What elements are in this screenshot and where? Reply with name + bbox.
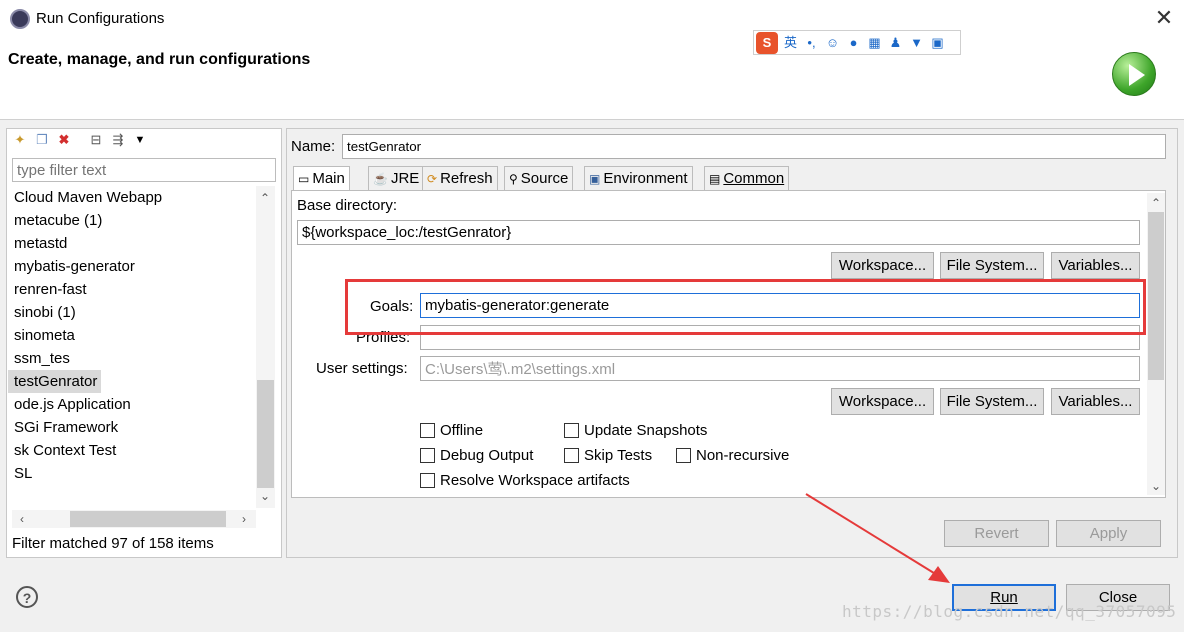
resolve-workspace-checkbox[interactable] bbox=[420, 473, 435, 488]
list-hscroll-thumb[interactable] bbox=[70, 511, 226, 527]
non-recursive-checkbox[interactable] bbox=[676, 448, 691, 463]
list-item[interactable]: ode.js Application bbox=[8, 393, 256, 416]
header-title: Create, manage, and run configurations bbox=[8, 51, 311, 68]
list-item[interactable]: metacube (1) bbox=[8, 209, 256, 232]
dropdown-icon[interactable]: ▼ bbox=[132, 132, 148, 148]
keyboard-icon[interactable]: ▦ bbox=[866, 34, 883, 51]
duplicate-icon[interactable]: ❐ bbox=[34, 132, 50, 148]
tab-main[interactable]: ▭ Main bbox=[293, 166, 350, 191]
user-settings-label: User settings: bbox=[316, 360, 408, 377]
window-title: Run Configurations bbox=[36, 10, 165, 27]
new-config-icon[interactable]: ✦ bbox=[12, 132, 28, 148]
punctuation-icon[interactable]: •, bbox=[803, 34, 820, 51]
base-filesystem-button[interactable]: File System... bbox=[940, 252, 1044, 279]
list-item[interactable]: ssm_tes bbox=[8, 347, 256, 370]
source-icon: ⚲ bbox=[509, 172, 518, 186]
skip-tests-label: Skip Tests bbox=[584, 447, 653, 464]
annotation-arrow bbox=[805, 493, 950, 583]
name-input[interactable] bbox=[342, 134, 1166, 159]
collapse-all-icon[interactable]: ⊟ bbox=[88, 132, 104, 148]
filter-status: Filter matched 97 of 158 items bbox=[12, 535, 214, 552]
jre-icon: ☕ bbox=[373, 172, 388, 186]
name-label: Name: bbox=[291, 138, 336, 155]
base-variables-button[interactable]: Variables... bbox=[1051, 252, 1140, 279]
sogou-icon[interactable]: S bbox=[756, 31, 778, 54]
tab-jre[interactable]: ☕ JRE bbox=[368, 166, 425, 190]
base-dir-input[interactable] bbox=[297, 220, 1140, 245]
debug-output-label: Debug Output bbox=[440, 447, 534, 464]
list-item[interactable]: sinometa bbox=[8, 324, 256, 347]
delete-icon[interactable]: ✖ bbox=[56, 132, 72, 148]
title-bar bbox=[0, 0, 1184, 38]
settings-workspace-button[interactable]: Workspace... bbox=[831, 388, 934, 415]
filter-input[interactable] bbox=[12, 158, 276, 182]
settings-filesystem-button[interactable]: File System... bbox=[940, 388, 1044, 415]
user-settings-input[interactable] bbox=[420, 356, 1140, 381]
list-item[interactable]: sk Context Test bbox=[8, 439, 256, 462]
panel-scroll-up-icon[interactable]: ⌃ bbox=[1148, 195, 1164, 211]
scroll-left-icon[interactable]: ‹ bbox=[14, 511, 30, 527]
ime-lang-label[interactable]: 英 bbox=[782, 34, 799, 51]
config-list[interactable]: Cloud Maven Webapp metacube (1) metastd … bbox=[8, 186, 256, 508]
tab-common[interactable]: ▤ Common bbox=[704, 166, 790, 190]
update-snapshots-checkbox[interactable] bbox=[564, 423, 579, 438]
list-item[interactable]: mybatis-generator bbox=[8, 255, 256, 278]
debug-output-checkbox[interactable] bbox=[420, 448, 435, 463]
common-icon: ▤ bbox=[709, 172, 721, 186]
tab-environment[interactable]: ▣ Environment bbox=[584, 166, 693, 190]
watermark: https://blog.csdn.net/qq_37057095 bbox=[842, 602, 1177, 621]
tab-source[interactable]: ⚲ Source bbox=[504, 166, 574, 190]
ime-toolbar[interactable]: S 英 •, ☺ ● ▦ ♟ ▼ ▣ bbox=[753, 30, 961, 55]
help-icon[interactable]: ? bbox=[16, 586, 38, 608]
list-item[interactable]: metastd bbox=[8, 232, 256, 255]
highlight-annotation bbox=[345, 279, 1146, 335]
panel-vscroll-thumb[interactable] bbox=[1148, 212, 1164, 380]
panel-scroll-down-icon[interactable]: ⌄ bbox=[1148, 478, 1164, 494]
emoji-icon[interactable]: ☺ bbox=[824, 34, 841, 51]
settings-variables-button[interactable]: Variables... bbox=[1051, 388, 1140, 415]
list-item[interactable]: SGi Framework bbox=[8, 416, 256, 439]
eclipse-icon bbox=[10, 9, 30, 29]
refresh-icon: ⟳ bbox=[427, 172, 438, 186]
microphone-icon[interactable]: ● bbox=[845, 34, 862, 51]
shirt-icon[interactable]: ▼ bbox=[908, 34, 925, 51]
scroll-up-icon[interactable]: ⌃ bbox=[257, 190, 273, 206]
user-icon[interactable]: ♟ bbox=[887, 34, 904, 51]
list-item[interactable]: SL bbox=[8, 462, 256, 485]
base-dir-label: Base directory: bbox=[297, 197, 398, 214]
offline-checkbox[interactable] bbox=[420, 423, 435, 438]
list-item-selected[interactable]: testGenrator bbox=[8, 370, 102, 393]
skip-tests-checkbox[interactable] bbox=[564, 448, 579, 463]
close-icon[interactable]: ✕ bbox=[1152, 6, 1176, 30]
filter-icon[interactable]: ⇶ bbox=[110, 132, 126, 148]
offline-label: Offline bbox=[440, 422, 484, 439]
resolve-workspace-label: Resolve Workspace artifacts bbox=[440, 472, 630, 489]
run-banner-icon bbox=[1112, 52, 1156, 96]
scroll-down-icon[interactable]: ⌄ bbox=[257, 488, 273, 504]
environment-icon: ▣ bbox=[589, 172, 601, 186]
update-snapshots-label: Update Snapshots bbox=[584, 422, 708, 439]
list-vscroll-thumb[interactable] bbox=[257, 380, 274, 488]
list-item[interactable]: sinobi (1) bbox=[8, 301, 256, 324]
grid-icon[interactable]: ▣ bbox=[929, 34, 946, 51]
list-item[interactable]: renren-fast bbox=[8, 278, 256, 301]
non-recursive-label: Non-recursive bbox=[696, 447, 790, 464]
apply-button[interactable]: Apply bbox=[1056, 520, 1161, 547]
scroll-right-icon[interactable]: › bbox=[236, 511, 252, 527]
tab-refresh[interactable]: ⟳ Refresh bbox=[422, 166, 498, 190]
list-item[interactable]: Cloud Maven Webapp bbox=[8, 186, 256, 209]
base-workspace-button[interactable]: Workspace... bbox=[831, 252, 934, 279]
main-tab-icon: ▭ bbox=[298, 172, 310, 186]
